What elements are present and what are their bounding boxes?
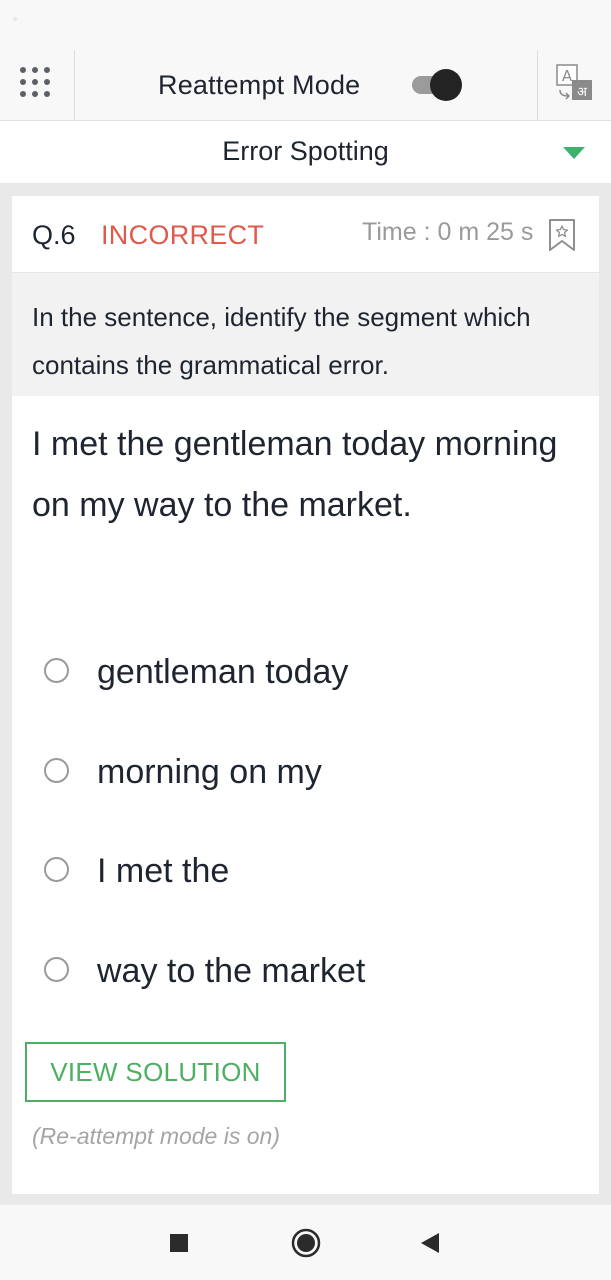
svg-text:A: A <box>562 67 573 85</box>
option-4[interactable]: way to the market <box>12 933 599 1013</box>
language-toggle-button[interactable]: A अ <box>537 50 611 120</box>
grid-menu-icon <box>20 67 50 97</box>
option-label: I met the <box>97 852 230 890</box>
square-icon <box>170 1234 188 1252</box>
section-label: Error Spotting <box>222 136 389 166</box>
reattempt-mode-title: Reattempt Mode <box>158 70 361 100</box>
recents-button[interactable] <box>149 1205 209 1280</box>
instruction-text: In the sentence, identify the segment wh… <box>32 302 531 380</box>
option-label: gentleman today <box>97 653 349 691</box>
question-number: Q.6 <box>32 220 76 250</box>
back-button[interactable] <box>401 1205 461 1280</box>
question-text: I met the gentleman today morning on my … <box>32 425 558 524</box>
translate-icon: A अ <box>556 64 592 100</box>
system-nav-bar <box>0 1205 611 1280</box>
back-triangle-icon <box>421 1233 439 1253</box>
circle-icon <box>291 1228 321 1258</box>
view-solution-button[interactable]: VIEW SOLUTION <box>25 1042 286 1102</box>
option-label: way to the market <box>97 952 366 990</box>
dropdown-arrow-icon <box>563 147 585 159</box>
radio-button[interactable] <box>44 957 69 982</box>
option-2[interactable]: morning on my <box>12 734 599 814</box>
status-bar <box>0 0 611 50</box>
radio-button[interactable] <box>44 857 69 882</box>
status-dot <box>13 17 17 21</box>
question-instruction: In the sentence, identify the segment wh… <box>12 273 599 396</box>
option-1[interactable]: gentleman today <box>12 634 599 714</box>
radio-button[interactable] <box>44 658 69 683</box>
radio-button[interactable] <box>44 758 69 783</box>
question-card: Q.6 INCORRECT Time : 0 m 25 s In the sen… <box>12 196 599 1194</box>
reattempt-mode-toggle[interactable] <box>410 68 464 101</box>
svg-text:अ: अ <box>577 85 588 100</box>
answer-status: INCORRECT <box>101 220 265 250</box>
top-bar: Reattempt Mode A अ <box>0 50 611 121</box>
grid-menu-button[interactable] <box>0 50 75 120</box>
toggle-knob <box>430 69 462 101</box>
reattempt-note: (Re-attempt mode is on) <box>32 1123 280 1149</box>
bookmark-button[interactable] <box>548 218 576 257</box>
bookmark-icon <box>549 219 575 251</box>
home-button[interactable] <box>276 1205 336 1280</box>
option-label: morning on my <box>97 753 322 791</box>
option-3[interactable]: I met the <box>12 833 599 913</box>
time-taken: Time : 0 m 25 s <box>362 218 534 246</box>
question-header: Q.6 INCORRECT Time : 0 m 25 s <box>12 196 599 273</box>
section-dropdown[interactable]: Error Spotting <box>0 121 611 183</box>
